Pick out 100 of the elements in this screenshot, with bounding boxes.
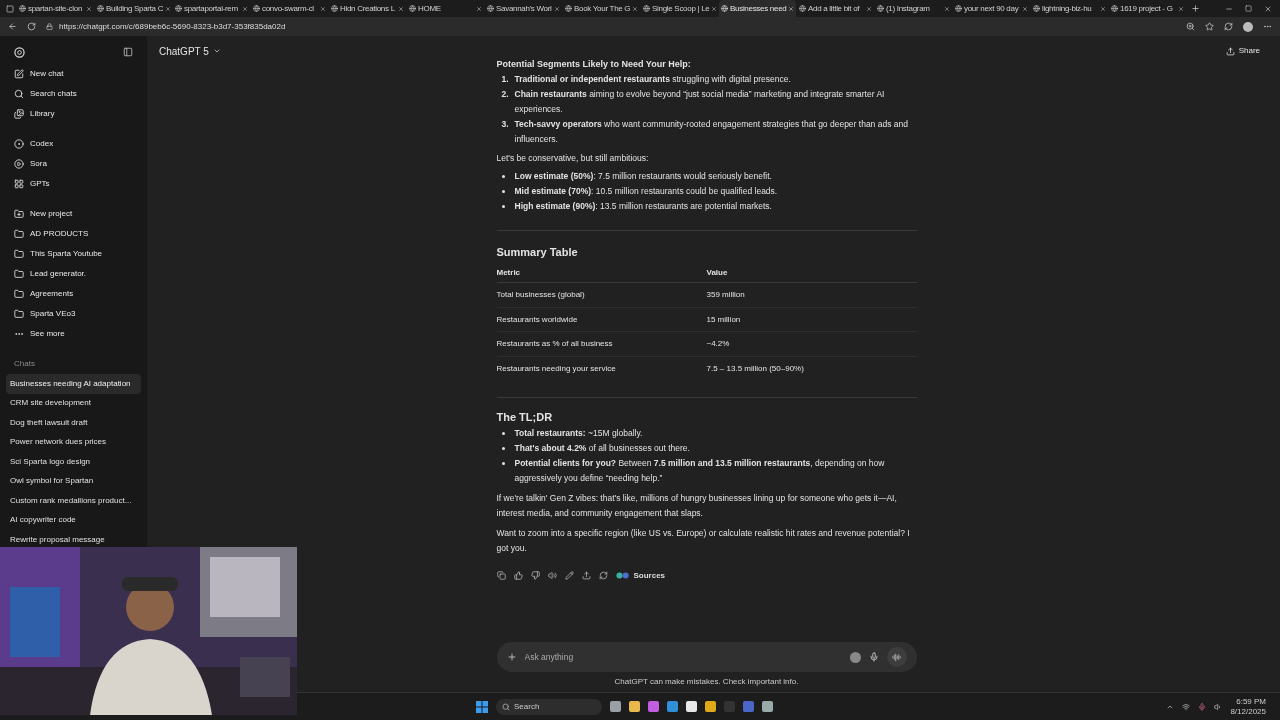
browser-tab[interactable]: Book Your The G xyxy=(563,0,640,17)
back-icon[interactable] xyxy=(8,22,17,31)
chat-item[interactable]: Sci Sparta logo design xyxy=(6,452,141,472)
browser-tab[interactable]: Single Scoop | Le xyxy=(641,0,718,17)
edit-icon[interactable] xyxy=(564,570,574,580)
taskbar-app-icon[interactable] xyxy=(610,701,621,712)
network-icon[interactable] xyxy=(1182,702,1191,711)
sidebar-item[interactable]: GPTs xyxy=(6,174,141,194)
chat-item[interactable]: AI copywriter code xyxy=(6,510,141,530)
sidebar-item[interactable]: Lead generator. xyxy=(6,264,141,284)
browser-tab[interactable]: spartan-site-clon xyxy=(17,0,94,17)
new-tab-icon[interactable] xyxy=(1191,4,1200,13)
sidebar-item[interactable]: AD PRODUCTS xyxy=(6,224,141,244)
taskbar-app-icon[interactable] xyxy=(629,701,640,712)
browser-tab[interactable]: Businesses need xyxy=(719,0,796,17)
tab-title: Hidn Creations L xyxy=(340,2,396,15)
browser-tab[interactable]: your next 90 day xyxy=(953,0,1030,17)
sidebar-item[interactable]: Search chats xyxy=(6,84,141,104)
message-input[interactable]: Ask anything xyxy=(496,642,917,672)
thumbs-down-icon[interactable] xyxy=(530,570,540,580)
close-icon[interactable] xyxy=(398,5,404,12)
browser-tab[interactable]: Building Sparta C xyxy=(95,0,172,17)
volume-icon[interactable] xyxy=(1214,702,1223,711)
chat-item[interactable]: Rewrite proposal message xyxy=(6,530,141,550)
close-icon[interactable] xyxy=(711,5,718,12)
tab-favicon-icon xyxy=(409,5,416,12)
voice-mode-button[interactable] xyxy=(886,647,907,667)
close-icon[interactable] xyxy=(476,5,482,12)
maximize-icon[interactable] xyxy=(1245,4,1252,12)
sources-button[interactable]: Sources xyxy=(615,567,666,583)
list-item-text: Traditional or independent restaurants struggling with digital presence. xyxy=(514,73,791,86)
microphone-icon[interactable] xyxy=(868,652,879,662)
microphone-icon[interactable] xyxy=(1198,702,1207,711)
browser-tab[interactable]: HOME xyxy=(407,0,484,17)
close-icon[interactable] xyxy=(1178,5,1184,12)
close-icon[interactable] xyxy=(1100,5,1106,12)
sidebar-item[interactable]: New chat xyxy=(6,64,141,84)
profile-avatar[interactable] xyxy=(1243,21,1253,32)
favorite-icon[interactable] xyxy=(1205,22,1214,31)
zoom-icon[interactable] xyxy=(1186,22,1195,31)
close-icon[interactable] xyxy=(632,5,639,12)
chat-item[interactable]: Custom rank medallions product... xyxy=(6,491,141,511)
close-icon[interactable] xyxy=(1022,5,1028,12)
sidebar-item[interactable]: New project xyxy=(6,204,141,224)
sidebar-item[interactable]: Library xyxy=(6,104,141,124)
close-icon[interactable] xyxy=(944,5,950,12)
sidebar-item[interactable]: Codex xyxy=(6,134,141,154)
thumbs-up-icon[interactable] xyxy=(513,570,523,580)
browser-tab[interactable]: (1) Instagram xyxy=(875,0,952,17)
taskbar-app-icon[interactable] xyxy=(705,701,716,712)
chat-item[interactable]: Dog theft lawsuit draft xyxy=(6,413,141,433)
taskbar-app-icon[interactable] xyxy=(762,701,773,712)
model-selector[interactable]: ChatGPT 5 xyxy=(159,43,221,59)
chat-item[interactable]: Owl symbol for Spartan xyxy=(6,471,141,491)
sidebar-item-icon xyxy=(14,209,24,219)
chat-item[interactable]: Businesses needing AI adaptation xyxy=(6,374,141,394)
close-icon[interactable] xyxy=(165,5,172,12)
close-icon[interactable] xyxy=(320,5,326,12)
browser-tab[interactable]: Hidn Creations L xyxy=(329,0,406,17)
tab-title: HOME xyxy=(418,2,442,15)
reload-icon[interactable] xyxy=(27,22,36,31)
more-icon[interactable] xyxy=(1263,22,1272,31)
taskbar-app-icon[interactable] xyxy=(648,701,659,712)
share-button[interactable]: Share xyxy=(1217,41,1268,61)
taskbar-search[interactable]: Search xyxy=(496,698,602,715)
close-icon[interactable] xyxy=(242,5,248,12)
sync-icon[interactable] xyxy=(1224,22,1233,31)
sidebar-item[interactable]: See more xyxy=(6,324,141,344)
add-icon[interactable] xyxy=(506,652,517,662)
browser-tab[interactable]: 1619 project - G xyxy=(1109,0,1186,17)
tab-favicon-icon xyxy=(331,5,338,12)
browser-tab[interactable]: Savannah's Worl xyxy=(485,0,562,17)
regenerate-icon[interactable] xyxy=(598,570,608,580)
close-icon[interactable] xyxy=(788,5,795,12)
sidebar-item[interactable]: This Sparta Youtube xyxy=(6,244,141,264)
copy-icon[interactable] xyxy=(496,570,506,580)
close-icon[interactable] xyxy=(1264,4,1272,13)
taskbar-app-icon[interactable] xyxy=(667,701,678,712)
sidebar-item[interactable]: Sora xyxy=(6,154,141,174)
close-icon[interactable] xyxy=(86,5,92,12)
tab-actions-icon[interactable] xyxy=(6,4,14,13)
start-icon[interactable] xyxy=(476,700,488,713)
list-item-text: Low estimate (50%): 7.5 million restaurants would seriously benefit. xyxy=(514,170,772,183)
chat-item[interactable]: CRM site development xyxy=(6,393,141,413)
message-field[interactable]: Ask anything xyxy=(524,650,842,664)
speaker-icon[interactable] xyxy=(547,570,557,580)
taskbar-app-icon[interactable] xyxy=(686,701,697,712)
share-icon[interactable] xyxy=(581,570,591,580)
sidebar-toggle-icon[interactable] xyxy=(123,47,133,57)
browser-tab[interactable]: Add a little bit of xyxy=(797,0,874,17)
close-icon[interactable] xyxy=(866,5,872,12)
browser-tab[interactable]: spartaportal-rem xyxy=(173,0,250,17)
taskbar-app-icon[interactable] xyxy=(743,701,754,712)
browser-tab[interactable]: convo-swarm-cl xyxy=(251,0,328,17)
browser-tab[interactable]: lightning-biz-hu xyxy=(1031,0,1108,17)
close-icon[interactable] xyxy=(554,5,560,12)
sidebar-item[interactable]: Agreements xyxy=(6,284,141,304)
chat-item[interactable]: Power network dues prices xyxy=(6,432,141,452)
sidebar-item-icon xyxy=(14,139,24,149)
sidebar-item[interactable]: Sparta VEo3 xyxy=(6,304,141,324)
